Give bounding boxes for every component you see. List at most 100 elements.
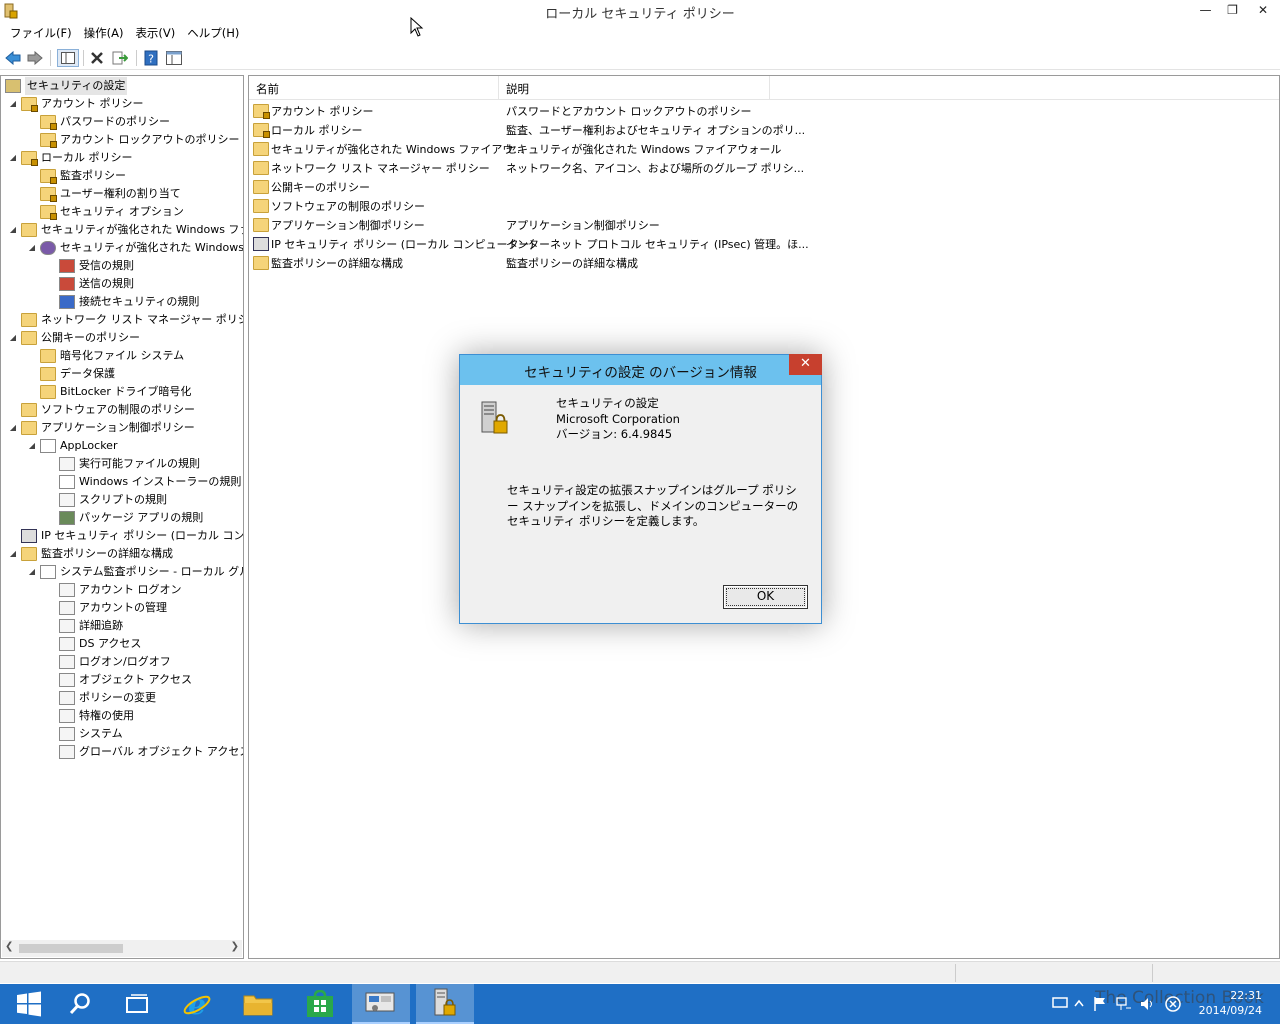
expand-arrow-icon[interactable]: ◢ (8, 419, 18, 437)
tree-item[interactable]: ◢ 公開キーのポリシー (8, 329, 140, 347)
action-center-icon[interactable] (1052, 996, 1068, 1010)
tree-item[interactable]: 詳細追跡 (46, 617, 123, 635)
minimize-icon[interactable]: — (1192, 0, 1219, 20)
restore-icon[interactable]: ❐ (1219, 0, 1246, 20)
expand-arrow-icon[interactable]: ◢ (27, 239, 37, 257)
window-titlebar: ローカル セキュリティ ポリシー — ❐ ✕ (0, 0, 1280, 22)
dialog-titlebar[interactable]: セキュリティの設定 のバージョン情報 (460, 355, 821, 385)
tree-item[interactable]: ◢ セキュリティが強化された Windows ファイア (8, 221, 243, 239)
column-header-description[interactable]: 説明 (506, 81, 529, 97)
status-bar (0, 961, 1280, 983)
help-icon[interactable]: ? (142, 49, 160, 67)
tree-pane[interactable]: ❮ ❯ セキュリティの設定 ◢ アカウント ポリシー パスワードのポリシー アカウント … (0, 75, 244, 959)
clock[interactable]: 22:31 2014/09/24 (1199, 988, 1262, 1018)
list-item[interactable]: IP セキュリティ ポリシー (ローカル コンピューター) インターネット プロト… (253, 234, 809, 253)
internet-explorer-icon[interactable]: e (168, 984, 226, 1024)
tree-item[interactable]: 監査ポリシー (27, 167, 126, 185)
menu-help[interactable]: ヘルプ(H) (181, 22, 245, 44)
tree-item[interactable]: 実行可能ファイルの規則 (46, 455, 200, 473)
show-hidden-icons-icon[interactable] (1074, 999, 1084, 1007)
dialog-close-icon[interactable]: ✕ (789, 354, 822, 375)
tree-item[interactable]: ◢ セキュリティが強化された Windows フ (27, 239, 243, 257)
tree-item[interactable]: グローバル オブジェクト アクセスの監 (46, 743, 243, 761)
audit-category-icon (59, 637, 75, 651)
forward-arrow-icon[interactable] (26, 49, 44, 67)
tree-item[interactable]: Windows インストーラーの規則 (46, 473, 241, 491)
tree-item[interactable]: ログオン/ログオフ (46, 653, 171, 671)
tree-item[interactable]: ◢ AppLocker (27, 437, 117, 455)
scroll-right-icon[interactable]: ❯ (231, 941, 239, 952)
list-item[interactable]: ソフトウェアの制限のポリシー (253, 196, 425, 215)
scroll-left-icon[interactable]: ❮ (5, 941, 13, 952)
menu-view[interactable]: 表示(V) (129, 22, 181, 44)
expand-arrow-icon[interactable]: ◢ (8, 221, 18, 239)
menu-file[interactable]: ファイル(F) (4, 22, 78, 44)
column-header-name[interactable]: 名前 (256, 81, 279, 97)
tree-item[interactable]: 送信の規則 (46, 275, 134, 293)
back-arrow-icon[interactable] (4, 49, 22, 67)
expand-arrow-icon[interactable]: ◢ (8, 149, 18, 167)
list-item[interactable]: 監査ポリシーの詳細な構成 監査ポリシーの詳細な構成 (253, 253, 638, 272)
flag-icon[interactable] (1092, 996, 1108, 1012)
start-icon[interactable] (0, 984, 58, 1024)
tree-item[interactable]: IP セキュリティ ポリシー (ローカル コンピュータ (8, 527, 243, 545)
tree-item[interactable]: 特権の使用 (46, 707, 134, 725)
expand-arrow-icon[interactable]: ◢ (27, 437, 37, 455)
expand-arrow-icon[interactable]: ◢ (8, 545, 18, 563)
search-icon[interactable] (51, 984, 109, 1024)
tree-item[interactable]: ◢ ローカル ポリシー (8, 149, 133, 167)
tree-item[interactable]: システム (46, 725, 123, 743)
expand-arrow-icon[interactable]: ◢ (27, 563, 37, 581)
tree-item[interactable]: DS アクセス (46, 635, 141, 653)
close-icon[interactable]: ✕ (1246, 0, 1280, 20)
list-item[interactable]: アカウント ポリシー パスワードとアカウント ロックアウトのポリシー (253, 101, 752, 120)
tree-item[interactable]: セキュリティの設定 (5, 77, 128, 95)
server-manager-icon[interactable] (352, 984, 410, 1024)
expand-arrow-icon[interactable]: ◢ (8, 95, 18, 113)
file-explorer-icon[interactable] (229, 984, 287, 1024)
network-icon[interactable] (1116, 996, 1132, 1012)
export-list-icon[interactable] (111, 49, 129, 67)
tree-item[interactable]: 暗号化ファイル システム (27, 347, 184, 365)
tree-horizontal-scrollbar[interactable]: ❮ ❯ (2, 940, 242, 957)
local-security-policy-icon[interactable] (416, 984, 474, 1024)
scroll-thumb[interactable] (19, 944, 123, 953)
store-icon[interactable] (291, 984, 349, 1024)
ok-button[interactable]: OK (723, 585, 808, 609)
tree-item[interactable]: アカウントの管理 (46, 599, 167, 617)
tree-item[interactable]: スクリプトの規則 (46, 491, 167, 509)
properties-icon[interactable] (165, 49, 183, 67)
tree-item[interactable]: オブジェクト アクセス (46, 671, 192, 689)
list-item[interactable]: ローカル ポリシー 監査、ユーザー権利およびセキュリティ オプションのポリ... (253, 120, 805, 139)
tree-item[interactable]: BitLocker ドライブ暗号化 (27, 383, 191, 401)
tree-item[interactable]: ソフトウェアの制限のポリシー (8, 401, 195, 419)
volume-icon[interactable] (1140, 996, 1156, 1012)
tree-item[interactable]: ◢ 監査ポリシーの詳細な構成 (8, 545, 173, 563)
error-icon[interactable] (1164, 995, 1182, 1013)
expand-arrow-icon[interactable]: ◢ (8, 329, 18, 347)
tree-item[interactable]: ユーザー権利の割り当て (27, 185, 181, 203)
folder-icon (21, 421, 37, 435)
tree-item[interactable]: ポリシーの変更 (46, 689, 156, 707)
list-item[interactable]: アプリケーション制御ポリシー アプリケーション制御ポリシー (253, 215, 660, 234)
tree-item[interactable]: パスワードのポリシー (27, 113, 170, 131)
tree-item[interactable]: アカウント ログオン (46, 581, 182, 599)
tree-item[interactable]: 受信の規則 (46, 257, 134, 275)
list-item[interactable]: 公開キーのポリシー (253, 177, 370, 196)
delete-icon[interactable] (88, 49, 106, 67)
tree-item[interactable]: アカウント ロックアウトのポリシー (27, 131, 240, 149)
show-hide-tree-icon[interactable] (57, 49, 79, 67)
task-view-icon[interactable] (108, 984, 166, 1024)
tree-item[interactable]: セキュリティ オプション (27, 203, 184, 221)
tree-item[interactable]: ◢ アカウント ポリシー (8, 95, 144, 113)
tree-item[interactable]: データ保護 (27, 365, 115, 383)
menu-action[interactable]: 操作(A) (78, 22, 130, 44)
list-item[interactable]: セキュリティが強化された Windows ファイアウ... セキュリティが強化され… (253, 139, 781, 158)
tree-item[interactable]: ◢ アプリケーション制御ポリシー (8, 419, 195, 437)
tree-item[interactable]: 接続セキュリティの規則 (46, 293, 199, 311)
tree-item[interactable]: ◢ システム監査ポリシー - ローカル グルー (27, 563, 243, 581)
tree-item-label: ローカル ポリシー (41, 151, 133, 164)
list-item[interactable]: ネットワーク リスト マネージャー ポリシー ネットワーク名、アイコン、および場所… (253, 158, 804, 177)
tree-item[interactable]: パッケージ アプリの規則 (46, 509, 203, 527)
tree-item[interactable]: ネットワーク リスト マネージャー ポリシー (8, 311, 243, 329)
